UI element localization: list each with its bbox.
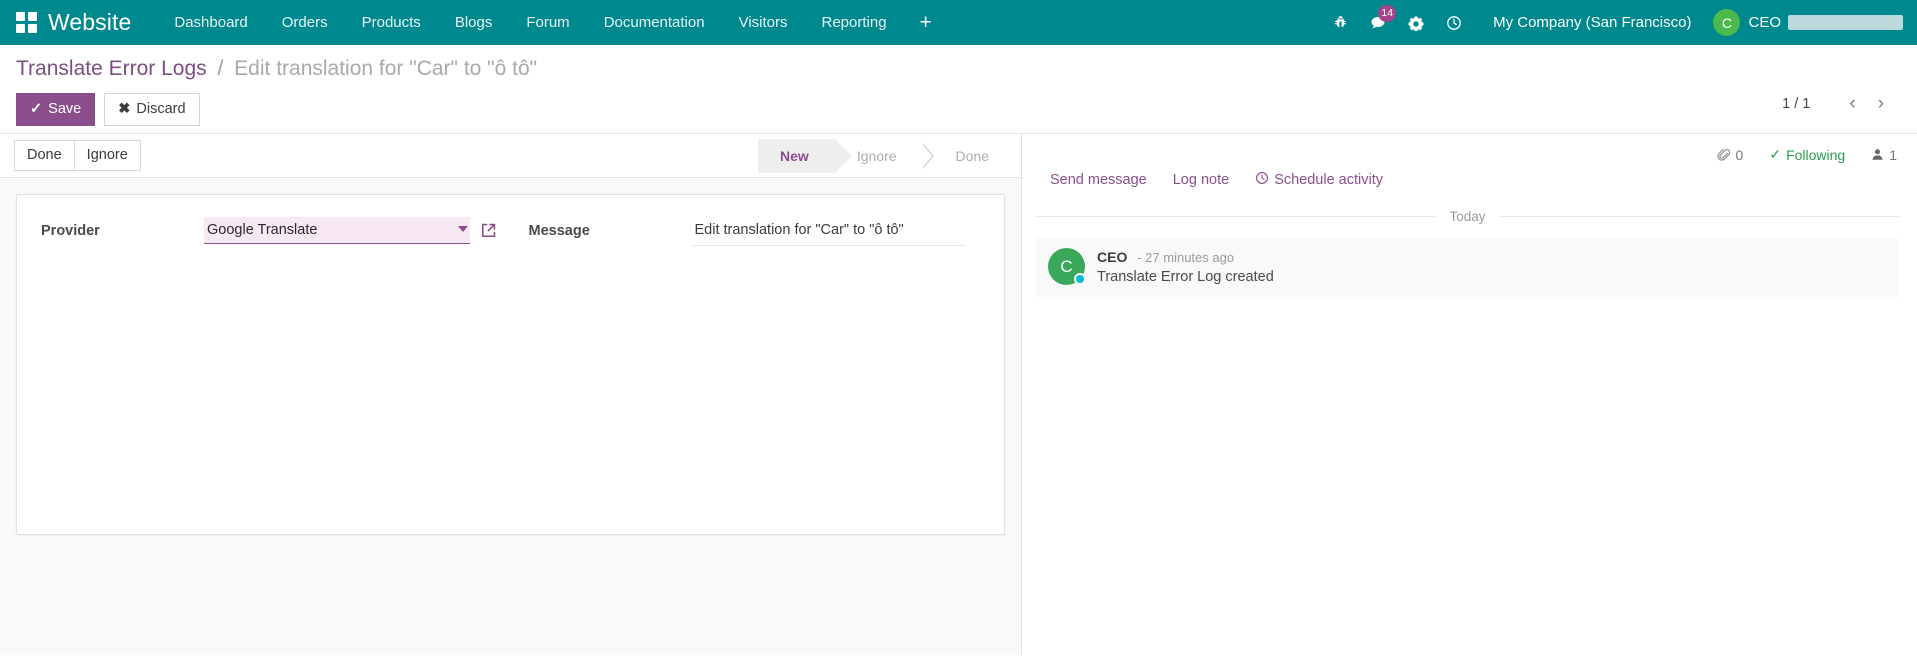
schedule-activity-label: Schedule activity [1274, 172, 1383, 188]
check-icon: ✓ [30, 101, 43, 117]
online-status-icon [1074, 273, 1086, 285]
date-separator: Today [1036, 209, 1899, 224]
avatar: C [1713, 9, 1741, 36]
provider-input[interactable] [204, 217, 470, 244]
main-body: Done Ignore New Ignore Done Provider Goo… [0, 134, 1917, 655]
statusbar-action-buttons: Done Ignore [14, 140, 141, 171]
stage-divider-arrow [921, 142, 934, 169]
breadcrumb-separator: / [217, 57, 224, 80]
statusbar: Done Ignore New Ignore Done [0, 134, 1021, 178]
form-sheet: Provider Google Translate Message Edit t… [16, 194, 1005, 535]
message-author: CEO [1097, 249, 1128, 265]
followers-button[interactable]: 1 [1871, 147, 1897, 163]
user-menu[interactable]: C CEO [1705, 9, 1903, 36]
field-group-message: Message Edit translation for "Car" to "ô… [511, 217, 981, 246]
apps-grid-cell [16, 11, 25, 21]
send-message-button[interactable]: Send message [1050, 172, 1147, 188]
stage-done[interactable]: Done [934, 139, 1015, 173]
external-link-icon[interactable] [480, 222, 497, 239]
chatter-actions: Send message Log note Schedule activity [1022, 163, 1917, 189]
redacted-user-detail [1788, 15, 1903, 30]
field-row: Provider Google Translate Message Edit t… [41, 217, 980, 246]
message-timestamp: - 27 minutes ago [1137, 250, 1235, 265]
pager-count: 1 / 1 [1782, 96, 1811, 112]
control-panel-buttons: ✓ Save ✖ Discard [16, 93, 1901, 126]
save-button[interactable]: ✓ Save [16, 93, 96, 126]
stage-ignore[interactable]: Ignore [835, 139, 923, 173]
nav-item-products[interactable]: Products [345, 0, 438, 45]
paperclip-icon [1716, 148, 1731, 162]
message-header: CEO - 27 minutes ago [1097, 249, 1274, 265]
pager: 1 / 1 ‹ › [1782, 93, 1895, 115]
control-panel: Translate Error Logs / Edit translation … [0, 45, 1917, 134]
nav-item-orders[interactable]: Orders [265, 0, 345, 45]
user-icon [1871, 148, 1884, 161]
save-button-label: Save [48, 101, 82, 117]
avatar-initial: C [1060, 256, 1073, 276]
clock-icon [1255, 171, 1269, 189]
form-view: Done Ignore New Ignore Done Provider Goo… [0, 134, 1022, 655]
breadcrumb-root[interactable]: Translate Error Logs [16, 57, 207, 80]
top-navbar: Website Dashboard Orders Products Blogs … [0, 0, 1917, 45]
date-separator-line [1499, 216, 1899, 217]
bug-icon[interactable] [1322, 0, 1359, 45]
pager-previous-button[interactable]: ‹ [1838, 93, 1866, 115]
discard-button[interactable]: ✖ Discard [104, 93, 200, 126]
log-note-button[interactable]: Log note [1173, 172, 1229, 188]
apps-grid-icon[interactable] [16, 11, 38, 34]
nav-item-reporting[interactable]: Reporting [805, 0, 904, 45]
nav-item-dashboard[interactable]: Dashboard [157, 0, 264, 45]
breadcrumb-current: Edit translation for "Car" to "ô tô" [234, 57, 538, 80]
sheet-area: Provider Google Translate Message Edit t… [0, 178, 1021, 655]
field-group-provider: Provider [41, 217, 511, 246]
message-text: Translate Error Log created [1097, 269, 1274, 285]
nav-item-forum[interactable]: Forum [509, 0, 586, 45]
message-value[interactable]: Edit translation for "Car" to "ô tô" [691, 217, 966, 246]
provider-input-wrap [204, 217, 497, 244]
followers-count: 1 [1889, 146, 1897, 163]
message-field: Edit translation for "Car" to "ô tô" [691, 217, 966, 246]
app-brand-website[interactable]: Website [48, 9, 131, 36]
date-separator-label: Today [1449, 209, 1486, 224]
nav-item-documentation[interactable]: Documentation [587, 0, 722, 45]
messages-icon[interactable]: 14 [1359, 0, 1397, 45]
schedule-activity-button[interactable]: Schedule activity [1255, 171, 1383, 189]
message-thread: Today C CEO - 27 minutes ago Translate E… [1022, 189, 1917, 297]
chatter-topbar: 0 ✓ Following 1 [1022, 134, 1917, 163]
date-separator-line [1036, 216, 1436, 217]
nav-item-visitors[interactable]: Visitors [722, 0, 805, 45]
following-button[interactable]: ✓ Following [1769, 146, 1845, 163]
attachments-count: 0 [1735, 146, 1744, 163]
message-label: Message [528, 223, 590, 239]
clock-icon[interactable] [1435, 0, 1473, 45]
attachments-button[interactable]: 0 [1716, 146, 1744, 163]
provider-label: Provider [41, 223, 100, 239]
check-icon: ✓ [1769, 146, 1782, 162]
avatar: C [1048, 248, 1086, 285]
nav-item-blogs[interactable]: Blogs [438, 0, 510, 45]
company-selector[interactable]: My Company (San Francisco) [1473, 0, 1705, 45]
following-label: Following [1786, 146, 1846, 163]
stage-new[interactable]: New [758, 138, 852, 173]
chatter-panel: 0 ✓ Following 1 Send message Log note Sc… [1022, 134, 1917, 655]
nav-add-button[interactable]: + [904, 0, 948, 45]
discard-button-label: Discard [136, 101, 186, 117]
apps-grid-cell [16, 23, 25, 33]
messages-badge: 14 [1378, 5, 1397, 22]
pager-next-button[interactable]: › [1867, 93, 1895, 115]
statusbar-button-ignore[interactable]: Ignore [73, 140, 141, 171]
gear-icon[interactable] [1397, 0, 1435, 45]
provider-field [204, 217, 497, 246]
statusbar-button-done[interactable]: Done [14, 140, 75, 171]
apps-grid-cell [28, 23, 37, 33]
message-item: C CEO - 27 minutes ago Translate Error L… [1036, 238, 1899, 297]
user-name: CEO [1748, 14, 1781, 31]
breadcrumb: Translate Error Logs / Edit translation … [16, 54, 1901, 84]
cross-icon: ✖ [118, 101, 131, 117]
apps-grid-cell [28, 11, 37, 21]
statusbar-stages: New Ignore Done [758, 138, 1015, 173]
message-body: CEO - 27 minutes ago Translate Error Log… [1097, 248, 1274, 285]
